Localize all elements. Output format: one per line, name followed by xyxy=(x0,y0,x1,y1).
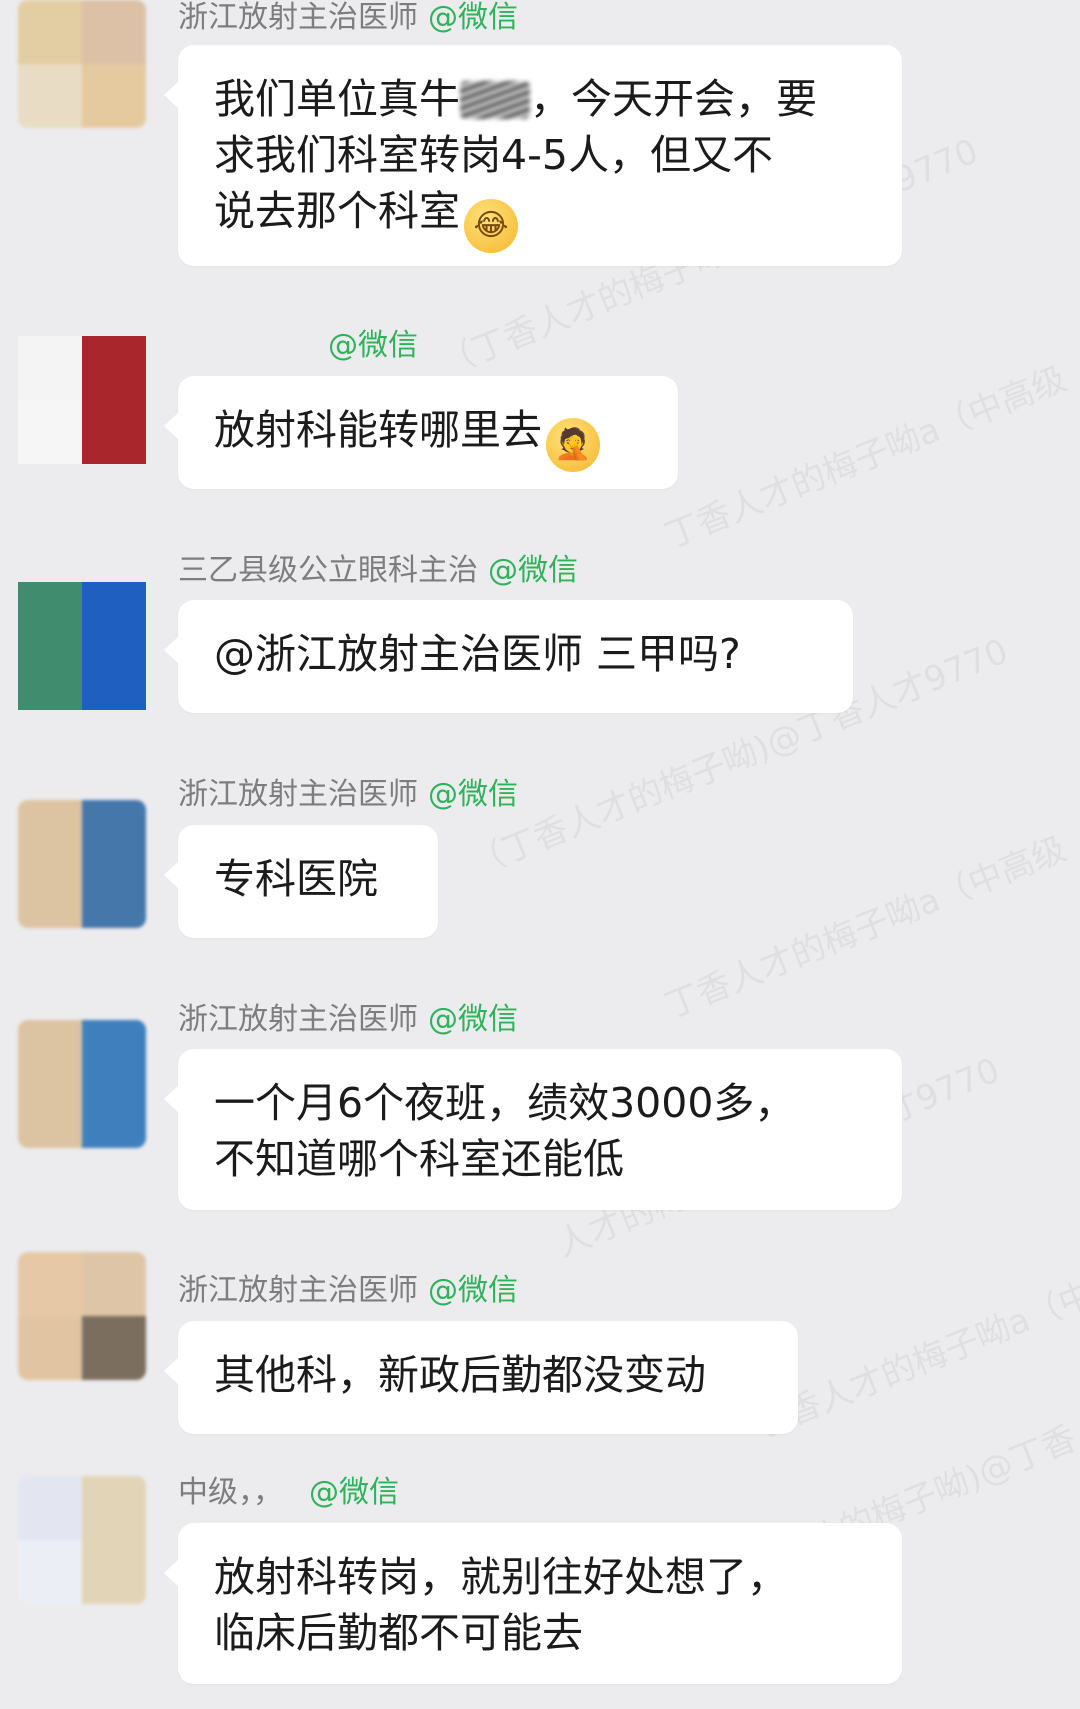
avatar[interactable] xyxy=(18,582,146,710)
message-bubble[interactable]: 放射科转岗，就别往好处想了， 临床后勤都不可能去 xyxy=(164,1523,902,1684)
message-bubble[interactable]: @浙江放射主治医师 三甲吗? xyxy=(164,600,853,713)
wechat-tag: @微信 xyxy=(428,1273,518,1308)
message-line: 临床后勤都不可能去 xyxy=(214,1609,583,1657)
message-line: 其他科，新政后勤都没变动 xyxy=(214,1351,706,1399)
message-line: 放射科能转哪里去 🤦 xyxy=(214,402,642,472)
sender-label: 中级，， xyxy=(178,1475,283,1510)
redacted-mark xyxy=(460,81,530,119)
sender-name: 浙江放射主治医师 @微信 xyxy=(178,0,518,36)
message-line: 专科医院 xyxy=(214,855,378,903)
sender-label: 浙江放射主治医师 xyxy=(178,777,418,812)
wechat-tag: @微信 xyxy=(488,553,578,588)
message-line: 不知道哪个科室还能低 xyxy=(214,1135,624,1183)
wechat-tag: @微信 xyxy=(428,1002,518,1037)
sender-label: 三乙县级公立眼科主治 xyxy=(178,553,478,588)
sender-name: 浙江放射主治医师 @微信 xyxy=(178,777,518,813)
message-line: 说去那个科室 😂 xyxy=(214,183,866,253)
message-line: 求我们科室转岗4-5人，但又不 xyxy=(214,131,773,179)
message-bubble[interactable]: 我们单位真牛 ，今天开会，要 求我们科室转岗4-5人，但又不 说去那个科室 😂 xyxy=(164,45,902,266)
message-bubble[interactable]: 一个月6个夜班，绩效3000多， 不知道哪个科室还能低 xyxy=(164,1049,902,1210)
avatar[interactable] xyxy=(18,0,146,128)
avatar[interactable] xyxy=(18,1252,146,1380)
avatar[interactable] xyxy=(18,336,146,464)
avatar[interactable] xyxy=(18,1020,146,1148)
facepalm-emoji: 🤦 xyxy=(546,418,600,472)
wechat-tag: @微信 xyxy=(428,777,518,812)
message-line: 放射科转岗，就别往好处想了， xyxy=(214,1553,788,1601)
sender-name: 中级，， @微信 xyxy=(178,1475,399,1511)
message-bubble[interactable]: 放射科能转哪里去 🤦 xyxy=(164,376,678,489)
watermark: 丁香人才的梅子呦a（中高级 xyxy=(659,358,1073,557)
avatar[interactable] xyxy=(18,800,146,928)
message-line: 我们单位真牛 ，今天开会，要 xyxy=(214,75,817,123)
avatar[interactable] xyxy=(18,1476,146,1604)
message-bubble[interactable]: 其他科，新政后勤都没变动 xyxy=(164,1321,798,1434)
sender-label: 浙江放射主治医师 xyxy=(178,1002,418,1037)
message-line: 一个月6个夜班，绩效3000多， xyxy=(214,1079,796,1127)
sender-name: 浙江放射主治医师 @微信 xyxy=(178,1273,518,1309)
message-line: @浙江放射主治医师 三甲吗? xyxy=(214,630,741,678)
wechat-tag: @微信 xyxy=(328,328,418,363)
sender-label: 浙江放射主治医师 xyxy=(178,0,418,35)
sender-name: 三乙县级公立眼科主治 @微信 xyxy=(178,553,578,589)
chat-transcript: （丁香人才的梅子呦)@丁香人才9770 丁香人才的梅子呦a（中高级 （丁香人才的… xyxy=(0,0,1080,1709)
laughing-tears-emoji: 😂 xyxy=(464,199,518,253)
wechat-tag: @微信 xyxy=(428,0,518,35)
sender-name: @微信 xyxy=(316,328,418,364)
sender-name: 浙江放射主治医师 @微信 xyxy=(178,1002,518,1038)
sender-label: 浙江放射主治医师 xyxy=(178,1273,418,1308)
watermark: 丁香人才的梅子呦a（中高级 xyxy=(659,828,1073,1027)
message-bubble[interactable]: 专科医院 xyxy=(164,825,438,938)
wechat-tag: @微信 xyxy=(309,1475,399,1510)
